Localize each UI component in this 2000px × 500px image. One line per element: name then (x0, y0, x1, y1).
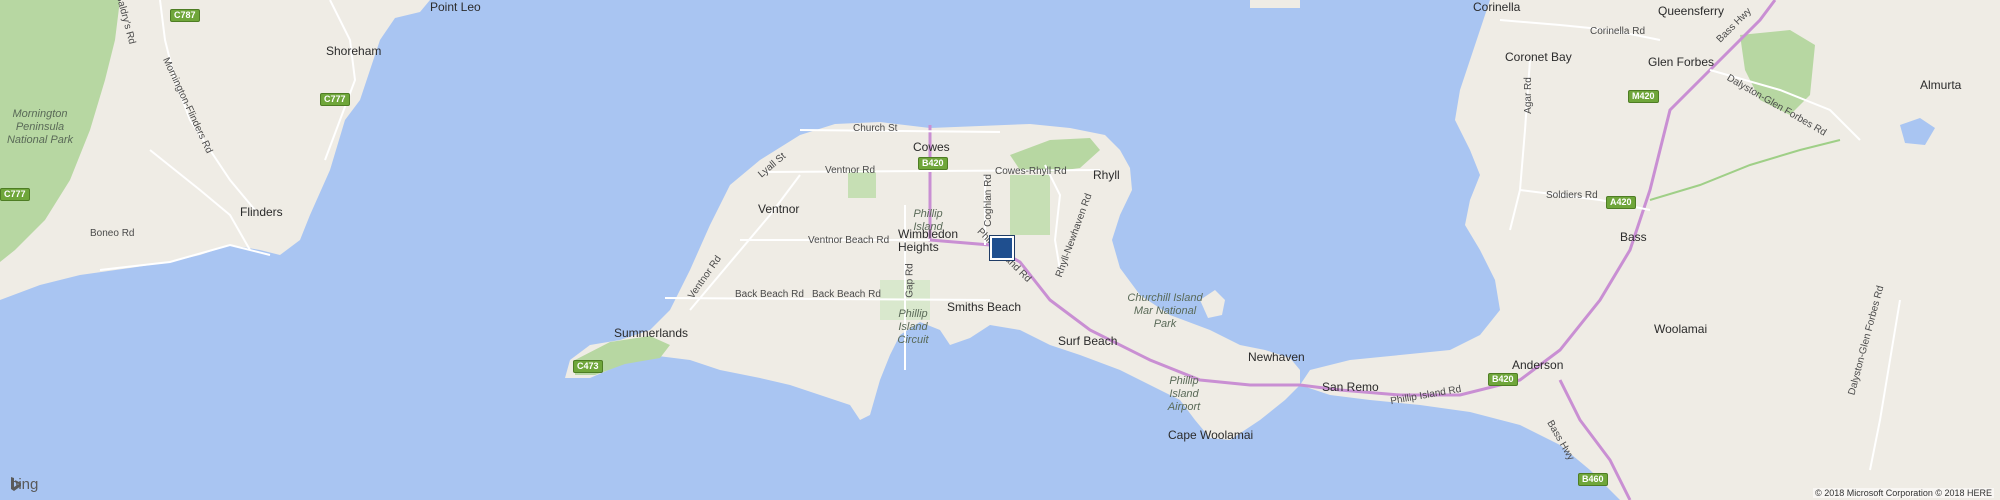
town-label: Ventnor (758, 202, 800, 216)
route-shield: A420 (1606, 196, 1636, 209)
town-label: Point Leo (430, 0, 481, 14)
road-label: Ventnor Rd (825, 165, 876, 176)
land-north-islet (1250, 0, 1300, 8)
town-label: Almurta (1920, 78, 1962, 92)
road-label: Cowes-Rhyll Rd (995, 166, 1067, 177)
route-shield: C473 (573, 360, 603, 373)
road-label: Ventnor Beach Rd (808, 235, 890, 246)
road-label: Coghlan Rd (982, 174, 994, 227)
town-label: Corinella (1473, 0, 1521, 14)
town-label: Flinders (240, 205, 283, 219)
town-label: Glen Forbes (1648, 55, 1715, 69)
bing-logo[interactable]: bing (10, 476, 38, 493)
town-label: Anderson (1512, 358, 1564, 372)
town-label: Cape Woolamai (1168, 428, 1254, 442)
map-canvas[interactable]: Point Leo Shoreham Flinders Cowes Ventno… (0, 0, 2000, 500)
park-label: Phillip Island (913, 208, 943, 233)
route-shield: B460 (1578, 473, 1608, 486)
town-label: San Remo (1322, 380, 1379, 394)
road-label: Back Beach Rd (735, 289, 804, 300)
town-label: Bass (1620, 230, 1647, 244)
town-label: Cowes (913, 140, 950, 154)
park-label: Phillip Island Airport (1167, 375, 1201, 413)
route-shield: C777 (320, 93, 350, 106)
route-shield: B420 (1488, 373, 1518, 386)
location-marker[interactable] (990, 236, 1014, 260)
route-shield: B420 (918, 157, 948, 170)
town-label: Summerlands (614, 326, 689, 340)
town-label: Newhaven (1248, 350, 1305, 364)
route-shield: M420 (1628, 90, 1659, 103)
road-label: Agar Rd (1522, 77, 1534, 114)
copyright-notice: © 2018 Microsoft Corporation © 2018 HERE (1813, 488, 1994, 498)
town-label: Rhyll (1093, 168, 1120, 182)
town-label: Surf Beach (1058, 334, 1118, 348)
town-label: Smiths Beach (947, 300, 1022, 314)
park-cowes-2 (1010, 175, 1050, 235)
park-label: Phillip Island Circuit (897, 308, 929, 346)
town-label: Shoreham (326, 44, 382, 58)
road-label: Church St (853, 123, 898, 134)
road-label: Boneo Rd (90, 228, 135, 239)
route-shield: C787 (170, 9, 200, 22)
road-label: Soldiers Rd (1546, 190, 1598, 201)
park-label: Mornington Peninsula National Park (6, 108, 74, 146)
road-label: Gap Rd (904, 263, 916, 298)
route-shield: C777 (0, 188, 30, 201)
town-label: Woolamai (1654, 322, 1708, 336)
town-label: Coronet Bay (1505, 50, 1572, 64)
road-label: Corinella Rd (1590, 26, 1646, 37)
bing-icon (11, 477, 21, 491)
town-label: Queensferry (1658, 4, 1725, 18)
park-label: Churchill Island Mar National Park (1127, 292, 1203, 330)
road-label: Back Beach Rd (812, 289, 881, 300)
